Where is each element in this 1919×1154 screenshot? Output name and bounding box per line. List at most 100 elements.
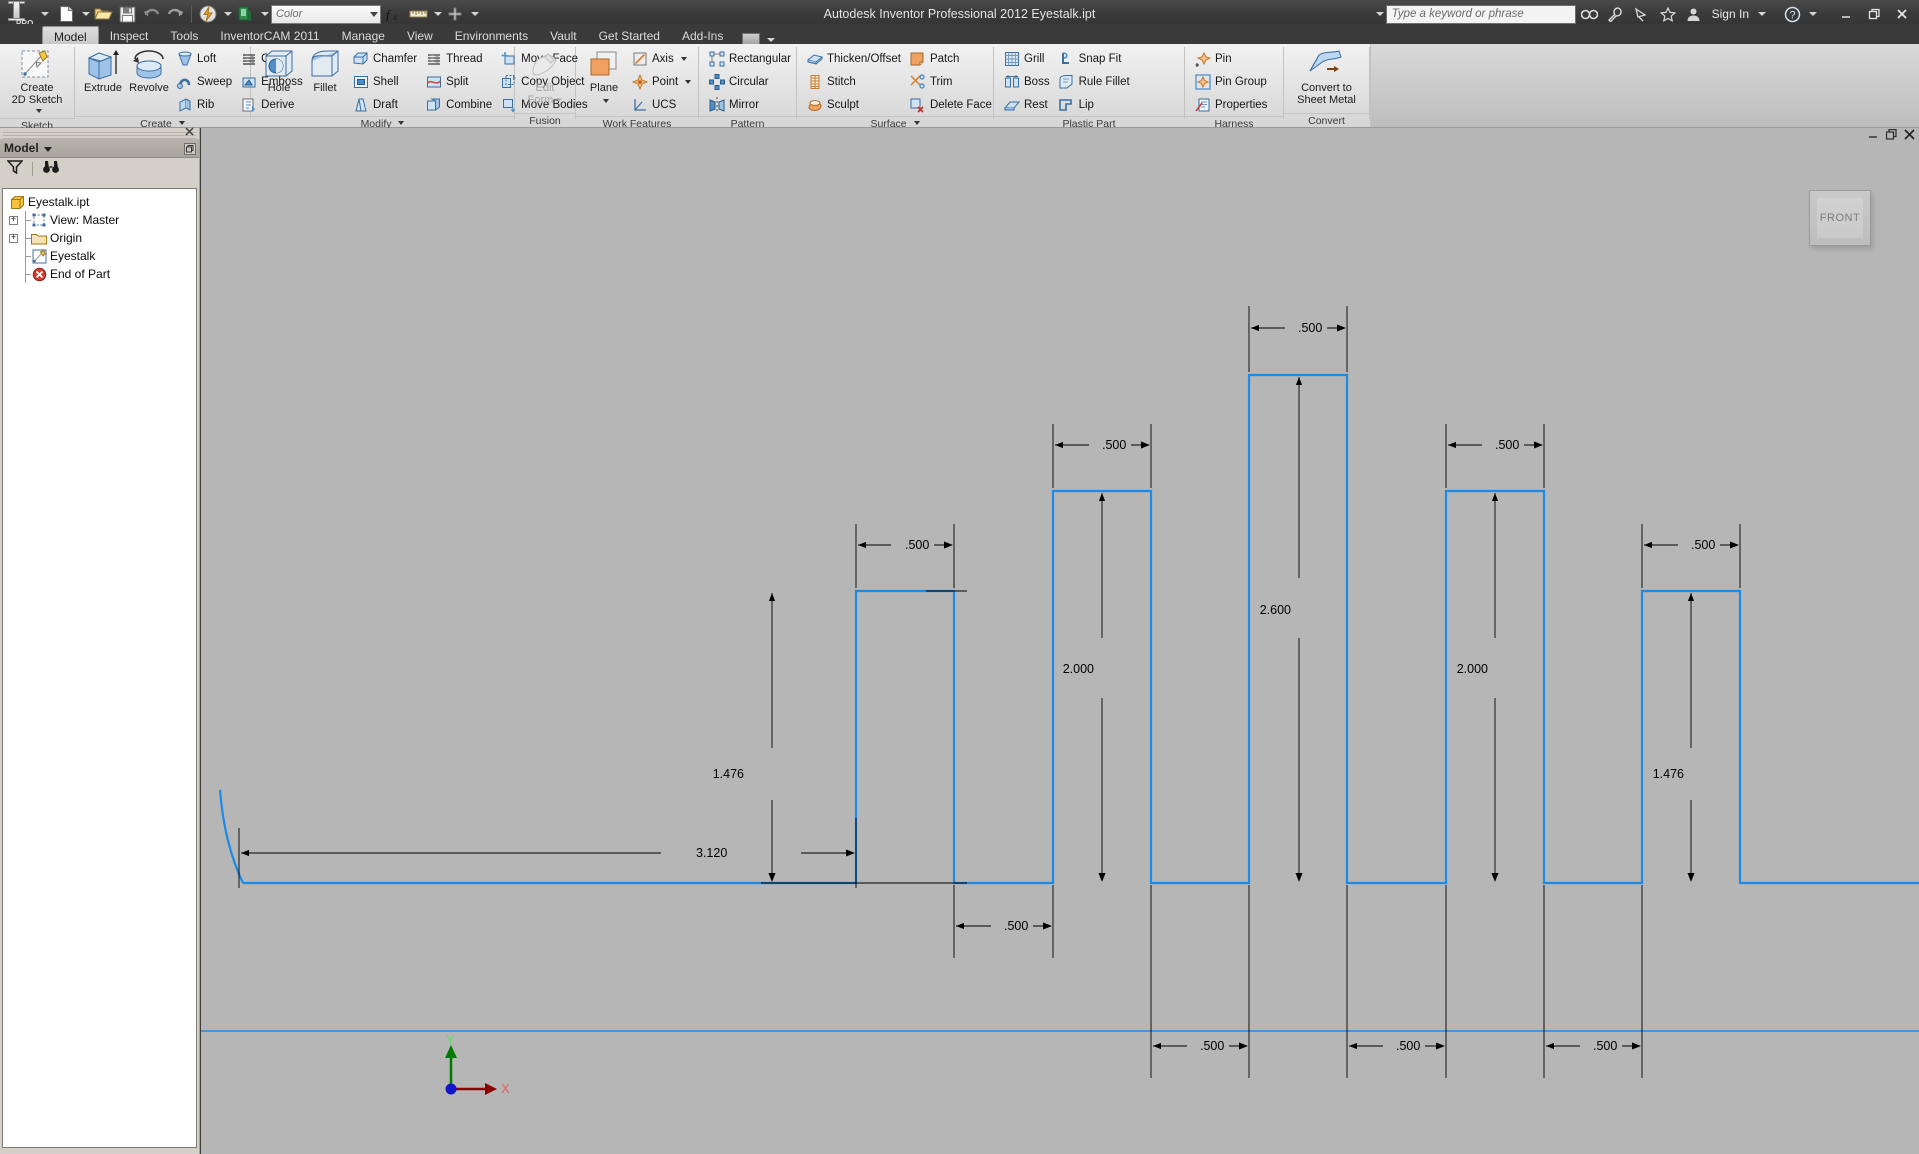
sign-in-dropdown-icon[interactable] bbox=[1758, 12, 1766, 16]
binoculars-icon[interactable] bbox=[42, 160, 60, 177]
dimension-500-h1[interactable]: .500 bbox=[953, 885, 1054, 958]
shell-button[interactable]: Shell bbox=[348, 71, 421, 93]
rib-button[interactable]: Rib bbox=[172, 94, 236, 116]
tab-model[interactable]: Model bbox=[42, 26, 99, 46]
create-2d-sketch-button[interactable]: Create 2D Sketch bbox=[5, 47, 69, 118]
dimension-500-w3[interactable]: .500 bbox=[1248, 306, 1348, 372]
tree-node-origin[interactable]: + Origin bbox=[5, 229, 194, 247]
measure-icon[interactable] bbox=[407, 3, 429, 25]
material-icon[interactable] bbox=[197, 3, 219, 25]
tab-inspect[interactable]: Inspect bbox=[99, 26, 160, 46]
delete-face-button[interactable]: Delete Face bbox=[905, 94, 996, 116]
graphics-window[interactable]: FRONT 3.120 1.476 .500 .500 .500 2.000 .… bbox=[201, 128, 1919, 1154]
measure-dropdown-icon[interactable] bbox=[434, 12, 442, 16]
new-file-dropdown-icon[interactable] bbox=[82, 12, 90, 16]
graphics-close-button[interactable] bbox=[1904, 129, 1915, 143]
point-dropdown-icon[interactable] bbox=[685, 80, 692, 84]
window-close-button[interactable] bbox=[1889, 3, 1915, 25]
revolve-button[interactable]: Revolve bbox=[126, 47, 172, 95]
browser-grip[interactable] bbox=[3, 130, 196, 139]
mirror-button[interactable]: Mirror bbox=[704, 94, 795, 116]
circular-pattern-button[interactable]: Circular bbox=[704, 71, 795, 93]
lip-button[interactable]: Lip bbox=[1054, 94, 1134, 116]
panel-surface-dropdown-icon[interactable] bbox=[913, 121, 920, 125]
view-cube[interactable]: FRONT bbox=[1809, 190, 1871, 246]
rest-button[interactable]: Rest bbox=[999, 94, 1054, 116]
chamfer-button[interactable]: Chamfer bbox=[348, 48, 421, 70]
tab-inventorcam[interactable]: InventorCAM 2011 bbox=[209, 26, 330, 46]
new-file-icon[interactable] bbox=[55, 3, 77, 25]
tree-node-eyestalk-ipt[interactable]: Eyestalk.ipt bbox=[5, 193, 194, 211]
material-dropdown-icon[interactable] bbox=[224, 12, 232, 16]
appearance-icon[interactable] bbox=[234, 3, 256, 25]
window-restore-button[interactable] bbox=[1861, 3, 1887, 25]
dimension-3120[interactable]: 3.120 bbox=[238, 818, 857, 888]
search-input[interactable]: Type a keyword or phrase bbox=[1385, 4, 1576, 24]
rectangular-pattern-button[interactable]: Rectangular bbox=[704, 48, 795, 70]
help-icon[interactable]: ? bbox=[1780, 3, 1804, 25]
color-combo[interactable]: Color bbox=[271, 4, 381, 24]
tab-vault[interactable]: Vault bbox=[539, 26, 587, 46]
axis-button[interactable]: Axis bbox=[627, 48, 695, 70]
redo-icon[interactable] bbox=[164, 3, 186, 25]
browser-dropdown-caret-icon[interactable] bbox=[43, 146, 52, 152]
graphics-restore-button[interactable] bbox=[1885, 128, 1897, 143]
panel-modify-dropdown-icon[interactable] bbox=[398, 121, 405, 125]
undo-icon[interactable] bbox=[140, 3, 162, 25]
tree-node-view-master[interactable]: + View: Master bbox=[5, 211, 194, 229]
create-2d-sketch-dropdown-icon[interactable] bbox=[35, 109, 42, 113]
tab-environments[interactable]: Environments bbox=[444, 26, 539, 46]
sketch-profile[interactable] bbox=[201, 373, 1919, 1032]
tree-expander-view-master[interactable]: + bbox=[9, 215, 18, 225]
split-button[interactable]: Split bbox=[421, 71, 496, 93]
sculpt-button[interactable]: Sculpt bbox=[802, 94, 905, 116]
thicken-offset-button[interactable]: Thicken/Offset bbox=[802, 48, 905, 70]
add-to-qat-icon[interactable] bbox=[444, 3, 466, 25]
ribbon-display-caret-icon[interactable] bbox=[767, 37, 776, 42]
tab-view[interactable]: View bbox=[396, 26, 444, 46]
sweep-button[interactable]: Sweep bbox=[172, 71, 236, 93]
stitch-button[interactable]: Stitch bbox=[802, 71, 905, 93]
axis-dropdown-icon[interactable] bbox=[680, 57, 687, 61]
tab-add-ins[interactable]: Add-Ins bbox=[671, 26, 734, 46]
appearance-dropdown-icon[interactable] bbox=[261, 12, 269, 16]
edit-form-dropdown-icon[interactable] bbox=[556, 97, 563, 102]
draft-button[interactable]: Draft bbox=[348, 94, 421, 116]
loft-button[interactable]: Loft bbox=[172, 48, 236, 70]
dimension-500-w4[interactable]: .500 bbox=[1445, 424, 1545, 488]
pin-group-button[interactable]: Pin Group bbox=[1190, 71, 1271, 93]
color-combo-arrow-icon[interactable] bbox=[370, 11, 378, 17]
pin-button[interactable]: Pin bbox=[1190, 48, 1271, 70]
combine-button[interactable]: Combine bbox=[421, 94, 496, 116]
grill-button[interactable]: Grill bbox=[999, 48, 1054, 70]
save-icon[interactable] bbox=[116, 3, 138, 25]
fillet-button[interactable]: Fillet bbox=[302, 47, 348, 95]
tab-manage[interactable]: Manage bbox=[331, 26, 396, 46]
plane-dropdown-icon[interactable] bbox=[602, 98, 609, 103]
help-dropdown-icon[interactable] bbox=[1809, 12, 1817, 16]
dimension-1476-right[interactable]: 1.476 bbox=[1653, 593, 1695, 882]
browser-close-icon[interactable] bbox=[183, 125, 196, 137]
sign-in-button[interactable]: Sign In bbox=[1708, 7, 1753, 21]
point-button[interactable]: Point bbox=[627, 71, 695, 93]
dimension-500-w2[interactable]: .500 bbox=[1052, 424, 1152, 488]
trim-button[interactable]: Trim bbox=[905, 71, 996, 93]
extrude-button[interactable]: Extrude bbox=[80, 47, 126, 95]
tab-get-started[interactable]: Get Started bbox=[588, 26, 671, 46]
dimension-500-g1[interactable]: .500 bbox=[1150, 885, 1250, 1078]
search-dropdown-icon[interactable] bbox=[1375, 12, 1384, 16]
browser-restore-icon[interactable] bbox=[184, 143, 196, 155]
dimension-1476-left[interactable]: 1.476 bbox=[713, 590, 967, 884]
properties-button[interactable]: Properties bbox=[1190, 94, 1271, 116]
dimension-500-g3[interactable]: .500 bbox=[1543, 885, 1643, 1078]
dimension-500-g2[interactable]: .500 bbox=[1346, 885, 1447, 1078]
dimension-2600[interactable]: 2.600 bbox=[1260, 377, 1303, 882]
boss-button[interactable]: Boss bbox=[999, 71, 1054, 93]
dimension-2000-left[interactable]: 2.000 bbox=[1063, 493, 1106, 882]
rule-fillet-button[interactable]: Rule Fillet bbox=[1054, 71, 1134, 93]
dimension-500-w5[interactable]: .500 bbox=[1641, 524, 1741, 588]
tree-node-eyestalk-sketch[interactable]: Eyestalk bbox=[5, 247, 194, 265]
convert-to-sheet-metal-button[interactable]: Convert to Sheet Metal bbox=[1293, 47, 1360, 106]
favorites-star-icon[interactable] bbox=[1656, 3, 1680, 25]
tree-node-end-of-part[interactable]: End of Part bbox=[5, 265, 194, 283]
